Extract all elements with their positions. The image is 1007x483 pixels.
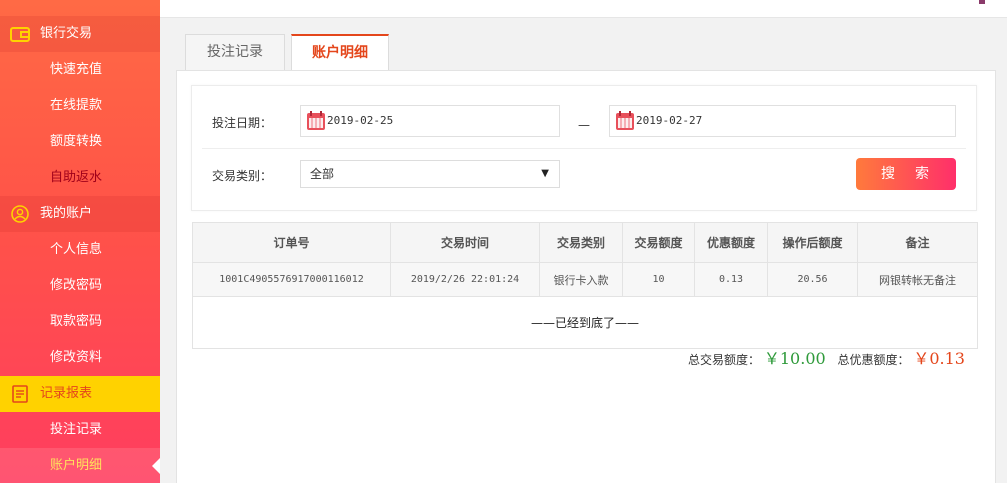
total-bonus-value: ￥0.13 xyxy=(913,349,965,368)
calendar-icon[interactable] xyxy=(307,111,325,130)
total-trade-label: 总交易额度： xyxy=(688,353,761,367)
top-bar-marker xyxy=(979,0,985,4)
sidebar-item-account-details[interactable]: 账户明细 xyxy=(0,448,160,483)
sidebar-section-label: 记录报表 xyxy=(40,386,93,401)
end-of-list-text: ——已经到底了—— xyxy=(192,296,978,349)
tab-bet-records[interactable]: 投注记录 xyxy=(185,34,285,70)
top-bar xyxy=(160,0,1007,18)
col-remark: 备注 xyxy=(857,222,978,263)
cell-balance-after: 20.56 xyxy=(767,262,858,297)
dropdown-arrow-icon: ▼ xyxy=(541,168,549,179)
sidebar-section-account[interactable]: 我的账户 xyxy=(0,196,160,232)
tab-account-details[interactable]: 账户明细 xyxy=(291,34,389,71)
table-header-row: 订单号 交易时间 交易类别 交易额度 优惠额度 操作后额度 备注 xyxy=(192,222,978,263)
table-end-row: ——已经到底了—— xyxy=(192,296,978,349)
cell-trade-type: 银行卡入款 xyxy=(539,262,623,297)
sidebar-item-withdraw-password[interactable]: 取款密码 xyxy=(0,304,160,340)
col-trade-amount: 交易额度 xyxy=(622,222,695,263)
start-date-value: 2019-02-25 xyxy=(327,114,394,127)
sidebar-section-label: 我的账户 xyxy=(40,206,93,221)
search-button[interactable]: 搜索 xyxy=(856,158,956,190)
sidebar-section-records[interactable]: 记录报表 xyxy=(0,376,160,412)
sidebar-item-quick-deposit[interactable]: 快速充值 xyxy=(0,52,160,88)
sidebar-section-label: 银行交易 xyxy=(40,26,93,41)
col-bonus-amount: 优惠额度 xyxy=(694,222,768,263)
totals-bar: 总交易额度： ￥10.00 总优惠额度： ￥0.13 xyxy=(688,347,965,371)
col-trade-time: 交易时间 xyxy=(390,222,540,263)
cell-trade-time: 2019/2/26 22:01:24 xyxy=(390,262,540,297)
user-icon xyxy=(11,205,29,223)
filter-form: 投注日期： 2019-02-25 — 2019-02-27 交易类别： 全部 ▼… xyxy=(191,85,977,211)
total-trade-value: ￥10.00 xyxy=(763,349,826,368)
report-icon xyxy=(12,385,28,403)
date-label: 投注日期： xyxy=(212,116,273,130)
sidebar-item-change-password[interactable]: 修改密码 xyxy=(0,268,160,304)
sidebar: 银行交易 快速充值 在线提款 额度转换 自助返水 我的账户 个人信息 修改密码 … xyxy=(0,0,160,483)
calendar-icon[interactable] xyxy=(616,111,634,130)
sidebar-section-bank[interactable]: 银行交易 xyxy=(0,16,160,52)
details-table: 订单号 交易时间 交易类别 交易额度 优惠额度 操作后额度 备注 1001C49… xyxy=(192,222,978,349)
table-row: 1001C4905576917000116012 2019/2/26 22:01… xyxy=(192,262,978,297)
account-details-panel: 投注日期： 2019-02-25 — 2019-02-27 交易类别： 全部 ▼… xyxy=(176,70,996,483)
cell-remark: 网银转帐无备注 xyxy=(857,262,978,297)
start-date-input[interactable]: 2019-02-25 xyxy=(300,105,560,137)
col-order-no: 订单号 xyxy=(192,222,391,263)
col-balance-after: 操作后额度 xyxy=(767,222,858,263)
end-date-value: 2019-02-27 xyxy=(636,114,703,127)
wallet-icon xyxy=(10,27,30,42)
cell-order-no: 1001C4905576917000116012 xyxy=(192,262,391,297)
end-date-input[interactable]: 2019-02-27 xyxy=(609,105,956,137)
sidebar-item-bet-records[interactable]: 投注记录 xyxy=(0,412,160,448)
sidebar-item-label: 账户明细 xyxy=(50,458,103,473)
sidebar-item-online-withdraw[interactable]: 在线提款 xyxy=(0,88,160,124)
type-label: 交易类别： xyxy=(212,169,273,183)
sidebar-item-edit-profile[interactable]: 修改资料 xyxy=(0,340,160,376)
date-separator: — xyxy=(578,118,590,132)
cell-bonus-amount: 0.13 xyxy=(694,262,768,297)
cell-trade-amount: 10 xyxy=(622,262,695,297)
active-indicator xyxy=(152,458,160,474)
form-divider xyxy=(202,148,966,149)
sidebar-item-rebate[interactable]: 自助返水 xyxy=(0,160,160,196)
type-select-value: 全部 xyxy=(310,167,335,181)
main-content: 投注记录 账户明细 投注日期： 2019-02-25 — 2019-02-27 … xyxy=(160,18,1007,483)
sidebar-item-personal-info[interactable]: 个人信息 xyxy=(0,232,160,268)
total-bonus-label: 总优惠额度： xyxy=(837,353,910,367)
col-trade-type: 交易类别 xyxy=(539,222,623,263)
type-select[interactable]: 全部 ▼ xyxy=(300,160,560,188)
sidebar-item-credit-transfer[interactable]: 额度转换 xyxy=(0,124,160,160)
